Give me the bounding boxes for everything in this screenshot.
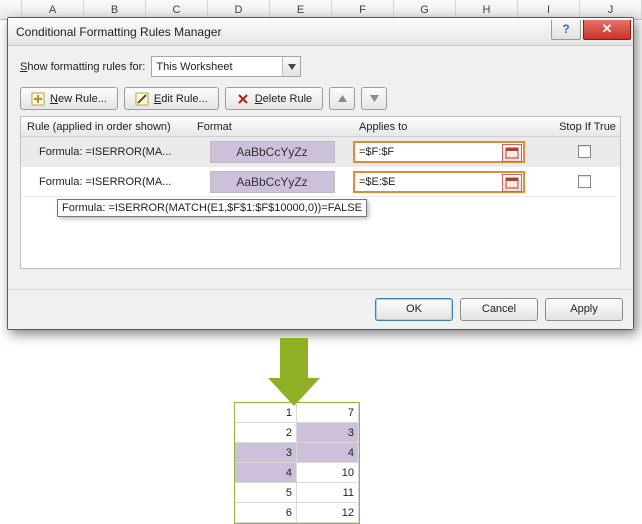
stop-if-true-checkbox[interactable] [578,145,591,158]
help-icon: ? [562,22,569,36]
cell[interactable]: 3 [297,423,359,443]
rule-tooltip: Formula: =ISERROR(MATCH(E1,$F$1:$F$10000… [57,199,367,217]
cell[interactable]: 11 [297,483,359,503]
column-header-format: Format [191,117,353,136]
cell[interactable]: 2 [235,423,297,443]
apply-button[interactable]: Apply [545,298,623,321]
conditional-formatting-dialog: Conditional Formatting Rules Manager ? ✕… [7,17,634,330]
cell[interactable]: 4 [235,463,297,483]
chevron-down-icon [370,94,379,103]
ok-button[interactable]: OK [375,298,453,321]
edit-rule-icon [135,92,149,106]
rule-formula-label: Formula: =ISERROR(MA... [21,176,191,188]
column-header-stop: Stop If True [549,117,620,136]
show-rules-for-combo[interactable]: This Worksheet [151,56,301,77]
column-header-rule: Rule (applied in order shown) [21,117,191,136]
help-button[interactable]: ? [551,20,581,40]
rules-list: Rule (applied in order shown) Format App… [20,116,621,269]
close-button[interactable]: ✕ [583,20,631,40]
new-rule-button[interactable]: New Rule... [20,87,118,110]
show-rules-for-label: Show formatting rules for: [20,61,145,73]
combo-value: This Worksheet [156,61,232,73]
close-icon: ✕ [602,21,613,37]
cell[interactable]: 7 [297,403,359,423]
edit-rule-button[interactable]: Edit Rule... [124,87,219,110]
arrow-down-icon [268,338,320,410]
result-table: 1 7 2 3 3 4 4 10 5 11 6 12 [234,402,360,524]
column-header-applies: Applies to [353,117,549,136]
chevron-down-icon [282,57,300,76]
rule-row[interactable]: Formula: =ISERROR(MA... AaBbCcYyZz =$F:$… [21,137,620,167]
cell[interactable]: 4 [297,443,359,463]
cell[interactable]: 5 [235,483,297,503]
applies-to-input[interactable]: =$E:$E [353,171,525,193]
cell[interactable]: 1 [235,403,297,423]
range-picker-icon[interactable] [502,144,522,162]
dialog-title: Conditional Formatting Rules Manager [16,25,221,39]
applies-to-value: =$F:$F [359,146,394,158]
chevron-up-icon [338,94,347,103]
cancel-button[interactable]: Cancel [460,298,538,321]
rule-formula-label: Formula: =ISERROR(MA... [21,146,191,158]
applies-to-value: =$E:$E [359,176,395,188]
rule-row[interactable]: Formula: =ISERROR(MA... AaBbCcYyZz =$E:$… [21,167,620,197]
cell[interactable]: 3 [235,443,297,463]
format-sample: AaBbCcYyZz [210,141,335,163]
delete-rule-button[interactable]: Delete Rule [225,87,324,110]
stop-if-true-checkbox[interactable] [578,175,591,188]
format-sample: AaBbCcYyZz [210,171,335,193]
cell[interactable]: 12 [297,503,359,523]
range-picker-icon[interactable] [502,174,522,192]
applies-to-input[interactable]: =$F:$F [353,141,525,163]
cell[interactable]: 10 [297,463,359,483]
move-up-button[interactable] [329,87,355,110]
move-down-button[interactable] [361,87,387,110]
cell[interactable]: 6 [235,503,297,523]
delete-rule-icon [236,92,250,106]
titlebar[interactable]: Conditional Formatting Rules Manager ? ✕ [8,18,633,46]
new-rule-icon [31,92,45,106]
